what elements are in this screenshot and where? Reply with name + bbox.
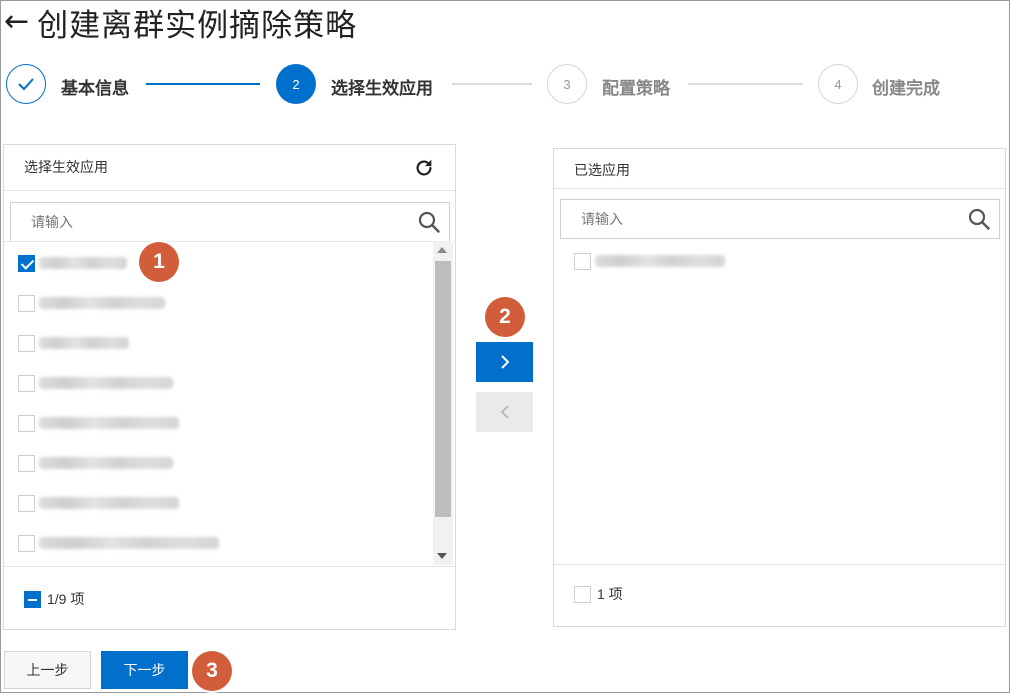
back-arrow-icon[interactable]: ← — [4, 4, 29, 40]
step-connector-1 — [146, 83, 260, 85]
next-step-button[interactable]: 下一步 — [101, 651, 188, 689]
redacted-app-name — [39, 537, 219, 549]
source-footer: 1/9 项 — [24, 589, 84, 609]
step-4-label: 创建完成 — [872, 79, 940, 98]
annotation-badge-1: 1 — [139, 242, 179, 282]
item-checkbox[interactable] — [18, 374, 35, 392]
footer-divider — [554, 564, 1005, 565]
step-indicator: 基本信息 2 选择生效应用 3 配置策略 4 创建完成 — [6, 64, 1006, 106]
item-checkbox[interactable] — [18, 454, 35, 472]
item-checkbox[interactable] — [574, 252, 591, 270]
target-panel-title: 已选应用 — [574, 162, 630, 178]
step-3-label: 配置策略 — [602, 79, 670, 98]
target-panel-header: 已选应用 — [554, 149, 1005, 189]
item-checkbox[interactable] — [18, 294, 35, 312]
annotation-badge-2: 2 — [485, 297, 525, 337]
chevron-right-icon — [500, 355, 509, 369]
annotation-badge-3: 3 — [192, 651, 232, 691]
target-search-input[interactable] — [561, 200, 959, 238]
search-icon[interactable] — [967, 207, 991, 231]
redacted-app-name — [39, 417, 179, 429]
redacted-app-name — [595, 255, 725, 267]
chevron-left-icon — [500, 405, 509, 419]
redacted-app-name — [39, 377, 173, 389]
source-list-item[interactable] — [18, 331, 129, 355]
redacted-app-name — [39, 257, 127, 269]
source-list-scrollbar[interactable] — [433, 241, 453, 565]
source-count-label: 1/9 项 — [47, 591, 85, 607]
footer-divider — [4, 566, 455, 567]
item-checkbox[interactable] — [18, 534, 35, 552]
target-list-panel: 已选应用 1 项 — [553, 148, 1006, 627]
step-1-label: 基本信息 — [61, 79, 129, 98]
source-list-item[interactable] — [18, 451, 173, 475]
step-2-circle: 2 — [276, 64, 316, 104]
source-list-item[interactable] — [18, 491, 179, 515]
title-row: ← 创建离群实例摘除策略 — [4, 2, 358, 44]
redacted-app-name — [39, 297, 165, 309]
source-panel-header: 选择生效应用 — [4, 145, 455, 191]
step-connector-2 — [452, 83, 532, 85]
source-list-item[interactable] — [18, 251, 127, 275]
source-list-item[interactable] — [18, 291, 165, 315]
redacted-app-name — [39, 337, 129, 349]
source-list-item[interactable] — [18, 531, 219, 555]
refresh-icon[interactable] — [413, 157, 435, 179]
page-title: 创建离群实例摘除策略 — [37, 7, 358, 44]
select-all-checkbox[interactable] — [574, 585, 591, 603]
move-to-left-button[interactable] — [476, 392, 533, 432]
move-to-right-button[interactable] — [476, 342, 533, 382]
select-all-checkbox[interactable] — [24, 590, 41, 608]
step-1-check-icon — [6, 64, 46, 104]
search-icon[interactable] — [417, 210, 441, 234]
item-checkbox[interactable] — [18, 414, 35, 432]
target-list-item[interactable] — [574, 249, 725, 273]
target-search-box — [560, 199, 1000, 239]
item-checkbox[interactable] — [18, 254, 35, 272]
source-search-input[interactable] — [11, 203, 409, 241]
step-2-label: 选择生效应用 — [331, 79, 433, 98]
source-panel-title: 选择生效应用 — [24, 159, 108, 175]
search-divider — [4, 241, 455, 242]
previous-step-button[interactable]: 上一步 — [4, 651, 91, 689]
source-list-panel: 选择生效应用 请输入 1/9 项 — [3, 144, 456, 630]
item-checkbox[interactable] — [18, 494, 35, 512]
step-4-circle: 4 — [818, 64, 858, 104]
source-search-box — [10, 202, 450, 242]
scroll-thumb[interactable] — [435, 261, 451, 517]
source-list-item[interactable] — [18, 371, 173, 395]
scroll-down-arrow-icon[interactable] — [437, 553, 447, 559]
step-connector-3 — [688, 83, 803, 85]
step-3-circle: 3 — [547, 64, 587, 104]
redacted-app-name — [39, 457, 173, 469]
redacted-app-name — [39, 497, 179, 509]
item-checkbox[interactable] — [18, 334, 35, 352]
target-footer: 1 项 — [574, 584, 623, 604]
target-count-label: 1 项 — [597, 586, 623, 602]
source-list-item[interactable] — [18, 411, 179, 435]
scroll-up-arrow-icon[interactable] — [437, 247, 447, 253]
